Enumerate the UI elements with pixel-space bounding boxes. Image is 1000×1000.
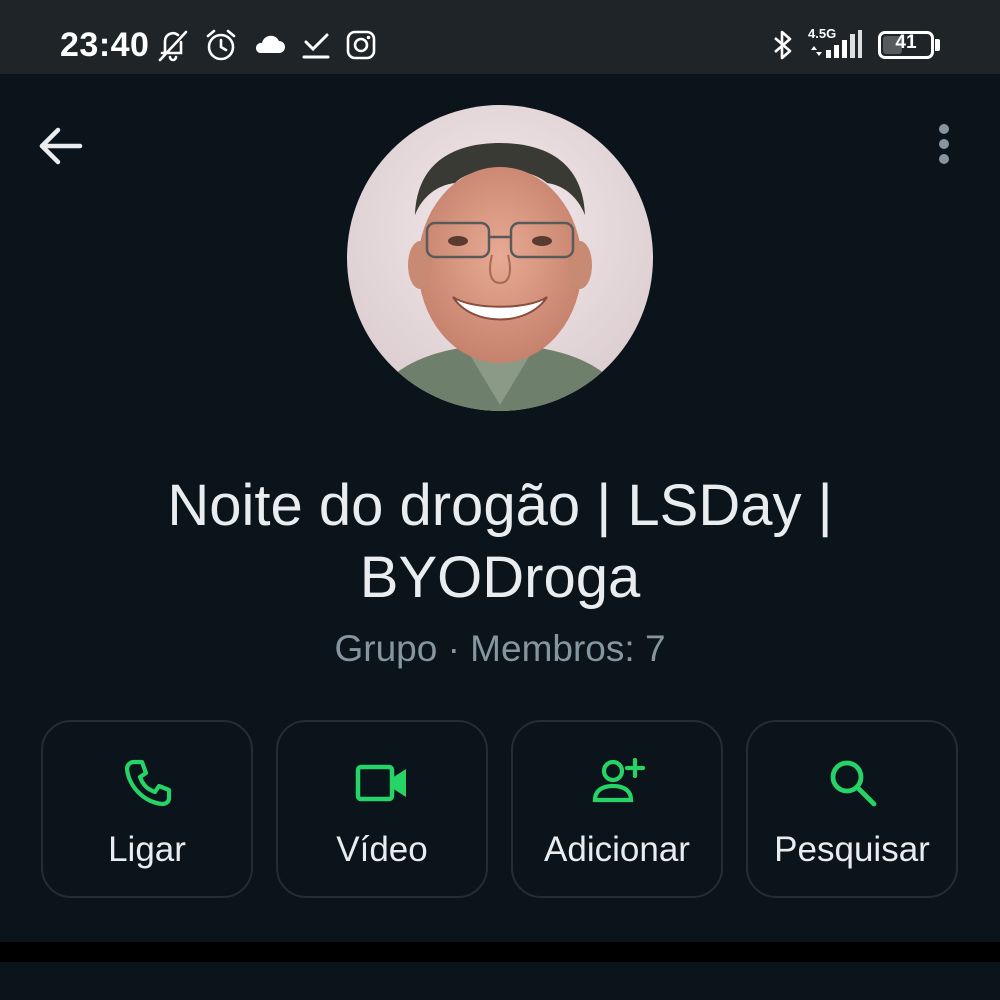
alarm-icon: [204, 26, 238, 64]
status-time: 23:40: [60, 26, 150, 64]
add-person-icon: [589, 754, 647, 812]
cloud-icon: [252, 26, 286, 64]
arrow-left-icon: [39, 127, 83, 165]
call-label: Ligar: [108, 830, 186, 869]
more-options-button[interactable]: [922, 118, 966, 174]
add-label: Adicionar: [544, 830, 690, 869]
group-subtitle: Grupo · Membros: 7: [334, 628, 666, 669]
group-name: Noite do drogão | LSDay | BYODroga: [167, 473, 833, 610]
video-button[interactable]: Vídeo: [276, 720, 488, 898]
add-member-button[interactable]: Adicionar: [511, 720, 723, 898]
battery-tip: [935, 39, 940, 51]
search-icon: [824, 754, 882, 812]
battery-percent: 41: [895, 32, 917, 53]
status-bar: 23:40 4.5G 41: [0, 0, 1000, 74]
more-vertical-icon: [939, 124, 949, 164]
videocam-icon: [354, 754, 412, 812]
search-label: Pesquisar: [774, 830, 930, 869]
search-button[interactable]: Pesquisar: [746, 720, 958, 898]
download-done-icon: [299, 26, 333, 64]
avatar-photo: [347, 105, 653, 411]
signal-icon: [808, 26, 864, 64]
action-buttons: Ligar Vídeo Adicionar Pesquisar: [41, 720, 959, 900]
section-divider: [0, 942, 1000, 962]
bluetooth-icon: [766, 26, 800, 64]
vibrate-off-icon: [156, 26, 190, 64]
video-label: Vídeo: [336, 830, 428, 869]
instagram-icon: [344, 26, 378, 64]
group-avatar[interactable]: [347, 105, 653, 411]
call-button[interactable]: Ligar: [41, 720, 253, 898]
group-info-screen: 23:40 4.5G 41 Noite do drogão | LSDay | …: [0, 0, 1000, 1000]
phone-icon: [119, 754, 177, 812]
back-button[interactable]: [30, 118, 90, 174]
battery-icon: 41: [878, 31, 934, 59]
